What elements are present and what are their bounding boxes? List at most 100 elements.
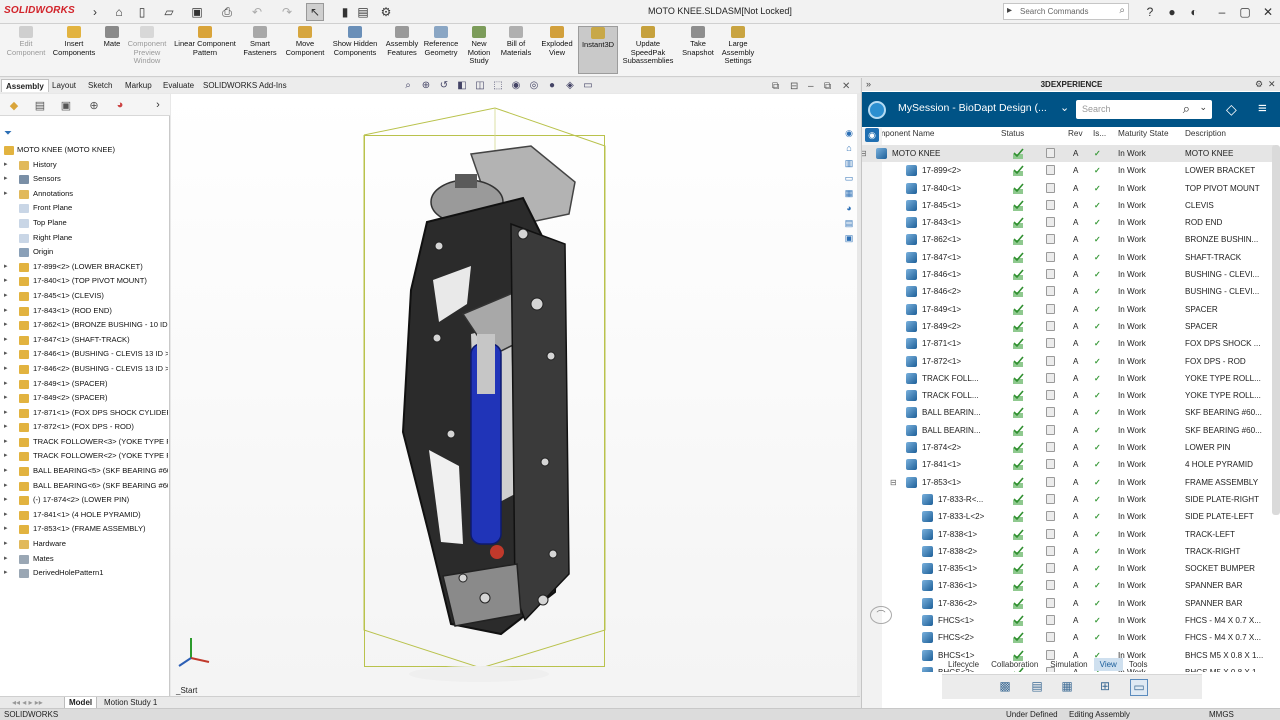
previous-view-icon[interactable]: ↺	[438, 80, 450, 91]
linear-component-pattern-button[interactable]: Linear Component Pattern	[172, 26, 238, 74]
take-snapshot-button[interactable]: Take Snapshot	[680, 26, 716, 74]
col-description[interactable]: Description	[1185, 129, 1226, 138]
tree-item[interactable]: Top Plane	[0, 216, 168, 231]
new-motion-study-button[interactable]: New Motion Study	[464, 26, 494, 74]
doc-close-icon[interactable]: ✕	[842, 81, 850, 92]
tab-collaboration[interactable]: Collaboration	[985, 658, 1044, 671]
save-icon[interactable]: ▣	[188, 3, 206, 21]
reference-geometry-button[interactable]: Reference Geometry	[422, 26, 460, 74]
display-style-icon[interactable]: ◉	[510, 80, 522, 91]
undo-icon[interactable]: ↶	[248, 3, 266, 21]
view-orientation-icon[interactable]: ⬚	[492, 80, 504, 91]
tree-item[interactable]: ▸ 17-846<2> (BUSHING - CLEVIS 13 ID >	[0, 362, 168, 377]
file-properties-icon[interactable]: ▤	[354, 3, 372, 21]
tab-view[interactable]: View	[1093, 658, 1123, 671]
tab-lifecycle[interactable]: Lifecycle	[942, 658, 985, 671]
component-row[interactable]: 17-846<1> A ✓ In Work BUSHING - CLEVI...	[862, 266, 1274, 283]
tree-item[interactable]: ▸ 17-862<1> (BRONZE BUSHING - 10 ID	[0, 318, 168, 333]
lock-icon[interactable]	[1046, 199, 1055, 210]
component-row[interactable]: 17-833-R<... A ✓ In Work SIDE PLATE-RIGHT	[862, 491, 1274, 508]
expand-arrow-icon[interactable]: ▸	[4, 420, 8, 435]
col-rev[interactable]: Rev	[1068, 129, 1083, 138]
xp-search-dropdown-icon[interactable]: ⌄	[1199, 102, 1207, 113]
dimxpert-icon[interactable]: ⊕	[86, 97, 102, 113]
pane-collapse-icon[interactable]: »	[866, 79, 871, 89]
component-row[interactable]: ⊟ 17-853<1> A ✓ In Work FRAME ASSEMBLY	[862, 474, 1274, 491]
pane-close-icon[interactable]: ✕	[1268, 79, 1276, 90]
displaymanager-icon[interactable]: ◕	[112, 97, 128, 113]
expand-arrow-icon[interactable]: ▸	[4, 304, 8, 319]
lock-icon[interactable]	[1046, 528, 1055, 539]
minimize-icon[interactable]: –	[1213, 3, 1231, 21]
filter-icon[interactable]: ⏷	[4, 128, 12, 139]
tile-icon[interactable]: ⧉	[772, 81, 779, 92]
graphics-area[interactable]: ◉ ⌂ ▥ ▭ ▦ ◕ ▤ ▣	[171, 94, 857, 696]
select-arrow-icon[interactable]: ↖	[306, 3, 324, 21]
col-maturity-state[interactable]: Maturity State	[1118, 129, 1169, 138]
lock-icon[interactable]	[1046, 303, 1055, 314]
component-row[interactable]: 17-862<1> A ✓ In Work BRONZE BUSHIN...	[862, 231, 1274, 248]
move-component-button[interactable]: Move Component	[282, 26, 328, 74]
session-dropdown-icon[interactable]: ⌄	[1060, 101, 1069, 114]
component-row[interactable]: 17-849<1> A ✓ In Work SPACER	[862, 301, 1274, 318]
lock-icon[interactable]	[1046, 320, 1055, 331]
tree-item[interactable]: ▸ 17-871<1> (FOX DPS SHOCK CYLIDER	[0, 406, 168, 421]
search-commands-input[interactable]: ▸ Search Commands ⌕	[1003, 3, 1129, 20]
component-row[interactable]: BALL BEARIN... A ✓ In Work SKF BEARING #60..…	[862, 422, 1274, 439]
component-preview-window-button[interactable]: Component Preview Window	[125, 26, 169, 74]
zoom-to-fit-icon[interactable]: ⌕	[402, 80, 414, 91]
update-speedpak-button[interactable]: Update SpeedPak Subassemblies	[622, 26, 674, 74]
view-component-icon[interactable]: ▩	[996, 679, 1014, 696]
solidworks-resources-icon[interactable]: ⌂	[842, 141, 856, 155]
tree-item[interactable]: ▸ 17-853<1> (FRAME ASSEMBLY)	[0, 522, 168, 537]
expand-arrow-icon[interactable]: ▸	[4, 552, 8, 567]
featuremanager-tree-icon[interactable]: ◆	[6, 97, 22, 113]
component-row[interactable]: ⊟ MOTO KNEE A ✓ In Work MOTO KNEE	[862, 145, 1274, 163]
session-title[interactable]: MySession - BioDapt Design (...	[898, 102, 1047, 114]
tree-item[interactable]: ▸ DerivedHolePattern1	[0, 566, 168, 581]
expand-arrow-icon[interactable]: ▸	[4, 508, 8, 523]
lock-icon[interactable]	[1046, 597, 1055, 608]
lock-icon[interactable]	[1046, 372, 1055, 383]
tree-item[interactable]: ▸ TRACK FOLLOWER<2> (YOKE TYPE R	[0, 449, 168, 464]
grid-scrollbar[interactable]	[1272, 145, 1280, 515]
component-row[interactable]: 17-847<1> A ✓ In Work SHAFT-TRACK	[862, 249, 1274, 266]
hide-show-items-icon[interactable]: ◎	[528, 80, 540, 91]
tab-assembly[interactable]: Assembly	[1, 79, 49, 92]
lock-icon[interactable]	[1046, 563, 1055, 574]
tab-simulation[interactable]: Simulation	[1044, 658, 1093, 671]
lock-icon[interactable]	[1046, 182, 1055, 193]
expand-arrow-icon[interactable]: ▸	[4, 479, 8, 494]
design-library-icon[interactable]: ▥	[842, 156, 856, 170]
component-row[interactable]: 17-874<2> A ✓ In Work LOWER PIN	[862, 439, 1274, 456]
compass-icon[interactable]	[868, 101, 886, 119]
user-icon[interactable]: ●	[1163, 3, 1181, 21]
tree-item[interactable]: Origin	[0, 245, 168, 260]
component-row[interactable]: BALL BEARIN... A ✓ In Work SKF BEARING #60..…	[862, 404, 1274, 421]
large-assembly-settings-button[interactable]: Large Assembly Settings	[718, 26, 758, 74]
tree-item[interactable]: ▸ 17-845<1> (CLEVIS)	[0, 289, 168, 304]
xp-side-home-icon[interactable]: ◉	[865, 128, 879, 142]
bill-of-materials-button[interactable]: Bill of Materials	[498, 26, 534, 74]
lock-icon[interactable]	[1046, 148, 1055, 158]
col-is[interactable]: Is...	[1093, 129, 1106, 138]
tab-markup[interactable]: Markup	[121, 79, 156, 92]
lock-icon[interactable]	[1046, 251, 1055, 262]
tree-item[interactable]: ▸ 17-899<2> (LOWER BRACKET)	[0, 260, 168, 275]
component-row[interactable]: 17-838<1> A ✓ In Work TRACK-LEFT	[862, 526, 1274, 543]
expand-arrow-icon[interactable]: ▸	[4, 274, 8, 289]
expand-arrow-icon[interactable]: ▸	[4, 493, 8, 508]
lock-icon[interactable]	[1046, 424, 1055, 435]
file-explorer-icon[interactable]: ▭	[842, 171, 856, 185]
component-row[interactable]: FHCS<1> A ✓ In Work FHCS - M4 X 0.7 X...	[862, 612, 1274, 629]
expand-arrow-icon[interactable]: ▸	[4, 260, 8, 275]
component-row[interactable]: 17-843<1> A ✓ In Work ROD END	[862, 214, 1274, 231]
restore-icon[interactable]: ▢	[1236, 3, 1254, 21]
expand-arrow-icon[interactable]: ▸	[4, 406, 8, 421]
open-folder-icon[interactable]: ▱	[160, 3, 178, 21]
lock-icon[interactable]	[1046, 511, 1055, 522]
traffic-light-icon[interactable]: ▮	[336, 3, 354, 21]
pane-settings-icon[interactable]: ⚙	[1255, 79, 1263, 90]
tag-icon[interactable]: ◇	[1226, 101, 1237, 118]
tree-item[interactable]: ▸ History	[0, 158, 168, 173]
